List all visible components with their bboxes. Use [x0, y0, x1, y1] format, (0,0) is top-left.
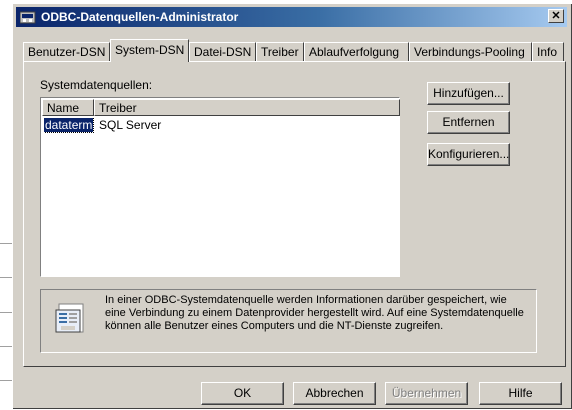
odbc-dialog: ODBC-Datenquellen-Administrator ✕ Benutz… — [12, 3, 572, 409]
datasource-driver: SQL Server — [99, 118, 162, 132]
ok-button[interactable]: OK — [201, 382, 284, 405]
tab-verbindungs-pooling[interactable]: Verbindungs-Pooling — [409, 42, 532, 61]
window-title: ODBC-Datenquellen-Administrator — [41, 10, 239, 24]
close-icon: ✕ — [551, 10, 561, 22]
list-header: Name Treiber — [42, 99, 400, 116]
database-document-icon — [55, 303, 84, 333]
datasources-list[interactable]: Name Treiber dataterm SQL Server — [40, 97, 400, 277]
info-text: In einer ODBC-Systemdatenquelle werden I… — [105, 294, 524, 332]
datasources-label: Systemdatenquellen: — [40, 78, 153, 92]
column-header-name[interactable]: Name — [42, 99, 94, 116]
tab-datei-dsn[interactable]: Datei-DSN — [189, 42, 256, 61]
help-button[interactable]: Hilfe — [479, 382, 562, 405]
odbc-admin-icon — [20, 11, 36, 24]
column-header-driver[interactable]: Treiber — [94, 99, 400, 116]
configure-button[interactable]: Konfigurieren... — [427, 143, 510, 166]
tab-treiber[interactable]: Treiber — [256, 42, 304, 61]
tab-system-dsn[interactable]: System-DSN — [110, 39, 189, 62]
apply-button[interactable]: Übernehmen — [385, 382, 468, 405]
remove-button[interactable]: Entfernen — [427, 111, 510, 134]
cancel-button[interactable]: Abbrechen — [293, 382, 376, 405]
tab-benutzer-dsn[interactable]: Benutzer-DSN — [23, 42, 110, 61]
list-item[interactable]: dataterm SQL Server — [44, 118, 161, 133]
title-bar[interactable]: ODBC-Datenquellen-Administrator ✕ — [16, 7, 567, 27]
close-button[interactable]: ✕ — [548, 9, 564, 23]
tab-ablaufverfolgung[interactable]: Ablaufverfolgung — [304, 42, 409, 61]
datasource-name: dataterm — [44, 118, 95, 133]
tab-info[interactable]: Info — [532, 42, 564, 61]
add-button[interactable]: Hinzufügen... — [427, 82, 510, 105]
info-box: In einer ODBC-Systemdatenquelle werden I… — [40, 289, 537, 353]
system-dsn-panel: Systemdatenquellen: Name Treiber datater… — [23, 61, 566, 367]
